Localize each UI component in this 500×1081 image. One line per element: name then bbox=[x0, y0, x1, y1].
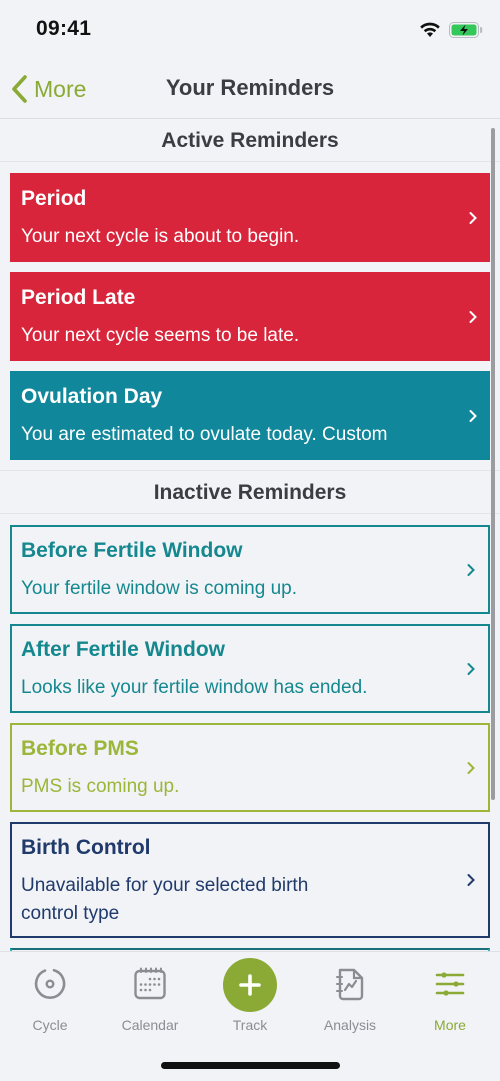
status-time: 09:41 bbox=[36, 17, 92, 40]
cycle-icon bbox=[34, 968, 66, 999]
scrollbar[interactable] bbox=[491, 128, 495, 800]
reminder-title: Birth Control bbox=[21, 836, 151, 859]
chevron-right-icon bbox=[467, 761, 475, 774]
navigation-bar: More Your Reminders bbox=[0, 60, 500, 119]
reminder-card-period-late[interactable]: Period Late Your next cycle seems to be … bbox=[10, 272, 490, 361]
chevron-right-icon bbox=[467, 662, 475, 675]
reminder-title: Ovulation Day bbox=[21, 385, 163, 408]
reminder-card-before-pms[interactable]: Before PMS PMS is coming up. bbox=[10, 723, 490, 812]
reminder-description: Looks like your fertile window has ended… bbox=[21, 677, 368, 698]
tab-label: Cycle bbox=[32, 1017, 68, 1033]
reminder-card-after-fertile-window[interactable]: After Fertile Window Looks like your fer… bbox=[10, 624, 490, 713]
reminders-list[interactable]: Active Reminders Period Your next cycle … bbox=[0, 119, 500, 951]
reminder-title: Before PMS bbox=[21, 737, 139, 760]
reminder-card-period[interactable]: Period Your next cycle is about to begin… bbox=[10, 173, 490, 262]
reminder-description: PMS is coming up. bbox=[21, 776, 180, 797]
page-title: Your Reminders bbox=[165, 75, 335, 100]
wifi-icon bbox=[420, 22, 440, 37]
reminder-description: You are estimated to ovulate today. Cust… bbox=[21, 424, 388, 445]
reminder-title: Period bbox=[21, 187, 87, 210]
section-header-active: Active Reminders bbox=[0, 119, 500, 162]
reminder-description: Your next cycle is about to begin. bbox=[21, 226, 300, 247]
chevron-right-icon bbox=[467, 874, 475, 886]
analysis-icon bbox=[336, 968, 364, 1001]
tab-track[interactable]: Track bbox=[200, 952, 300, 1042]
battery-charging-icon bbox=[449, 22, 483, 38]
chevron-right-icon bbox=[469, 211, 477, 224]
reminder-title: Before Fertile Window bbox=[21, 539, 243, 562]
chevron-right-icon bbox=[467, 563, 475, 576]
tab-label: Track bbox=[232, 1017, 268, 1033]
plus-icon bbox=[239, 974, 261, 996]
reminder-title: Period Late bbox=[21, 286, 136, 309]
tab-more[interactable]: More bbox=[400, 952, 500, 1042]
tab-label: Calendar bbox=[121, 1017, 179, 1033]
tab-cycle[interactable]: Cycle bbox=[0, 952, 100, 1042]
reminder-title: After Fertile Window bbox=[21, 638, 225, 661]
reminder-card-ovulation-day[interactable]: Ovulation Day You are estimated to ovula… bbox=[10, 371, 490, 460]
status-bar: 09:41 bbox=[0, 0, 500, 60]
home-indicator[interactable] bbox=[161, 1062, 340, 1069]
reminder-card-birth-control[interactable]: Birth Control Unavailable for your selec… bbox=[10, 822, 490, 938]
section-header-inactive: Inactive Reminders bbox=[0, 470, 500, 514]
tab-analysis[interactable]: Analysis bbox=[300, 952, 400, 1042]
calendar-icon bbox=[134, 967, 166, 1000]
reminder-card-before-fertile-window[interactable]: Before Fertile Window Your fertile windo… bbox=[10, 525, 490, 614]
chevron-right-icon bbox=[469, 310, 477, 323]
track-button[interactable] bbox=[223, 958, 277, 1012]
tab-label: More bbox=[434, 1017, 466, 1033]
tab-calendar[interactable]: Calendar bbox=[100, 952, 200, 1042]
chevron-right-icon bbox=[469, 409, 477, 422]
tab-label: Analysis bbox=[323, 1017, 377, 1033]
reminder-description: Your next cycle seems to be late. bbox=[21, 325, 300, 346]
reminder-description: Unavailable for your selected birth cont… bbox=[21, 875, 309, 924]
reminder-description: Your fertile window is coming up. bbox=[21, 578, 297, 599]
sliders-icon bbox=[435, 972, 465, 996]
